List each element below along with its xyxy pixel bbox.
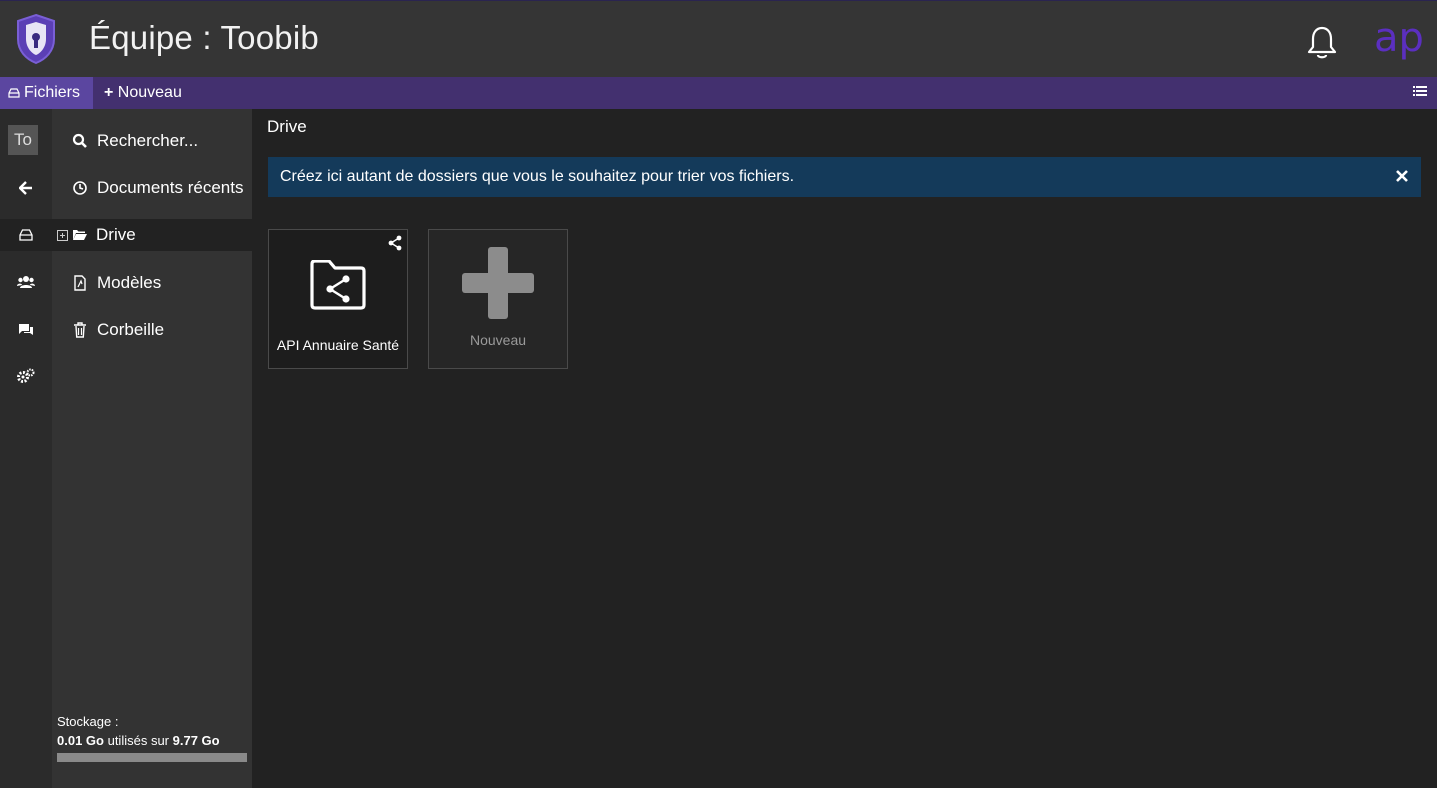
storage-total: 9.77 Go	[172, 733, 220, 748]
sidebar-item-templates[interactable]: Modèles	[52, 267, 252, 299]
cryptpad-logo-icon[interactable]	[14, 13, 58, 65]
new-item-tile[interactable]: Nouveau	[428, 229, 568, 369]
shared-folder-icon	[310, 260, 366, 310]
members-tab[interactable]	[0, 266, 52, 298]
sidebar-item-label: Documents récents	[97, 178, 244, 197]
sidebar-item-label: Modèles	[97, 273, 162, 292]
clock-icon	[73, 181, 87, 195]
storage-info: Stockage : 0.01 Go utilisés sur 9.77 Go	[57, 712, 220, 750]
folder-tile[interactable]: API Annuaire Santé	[268, 229, 408, 369]
sidebar-item-label: Corbeille	[97, 320, 165, 339]
sidebar-item-label: Drive	[96, 225, 136, 244]
search-icon	[72, 133, 87, 148]
drive-sidebar: Rechercher... Documents récents Drive Mo…	[52, 109, 252, 788]
sidebar-item-trash[interactable]: Corbeille	[52, 314, 252, 346]
drive-icon	[19, 229, 33, 241]
sidebar-item-recent[interactable]: Documents récents	[52, 172, 252, 204]
new-menu-button[interactable]: + Nouveau	[96, 77, 190, 109]
drive-tab[interactable]	[0, 219, 52, 251]
drive-content: Drive Créez ici autant de dossiers que v…	[252, 109, 1437, 788]
team-avatar[interactable]: To	[8, 125, 38, 155]
files-menu-label: Fichiers	[24, 84, 81, 101]
trash-icon	[74, 322, 86, 338]
new-item-label: Nouveau	[469, 332, 527, 348]
folder-name: API Annuaire Santé	[276, 337, 400, 353]
template-file-icon	[74, 275, 86, 291]
app-toolbar: Fichiers + Nouveau	[0, 77, 1437, 109]
expand-icon[interactable]	[57, 229, 68, 241]
top-bar: Équipe : Toobib ap	[0, 0, 1437, 77]
sidebar-item-search[interactable]: Rechercher...	[52, 125, 252, 157]
notifications-bell-icon[interactable]	[1305, 25, 1339, 61]
files-menu-button[interactable]: Fichiers	[0, 77, 93, 109]
team-title: Équipe : Toobib	[89, 19, 319, 56]
close-icon[interactable]	[1395, 169, 1409, 183]
storage-mid-text: utilisés sur	[107, 733, 170, 748]
list-view-icon[interactable]	[1413, 85, 1427, 99]
new-menu-label: Nouveau	[117, 84, 182, 101]
chat-icon	[19, 323, 33, 335]
storage-used: 0.01 Go	[57, 733, 104, 748]
sidebar-item-label: Rechercher...	[97, 131, 199, 150]
app-rail: To	[0, 109, 52, 788]
back-arrow-icon	[19, 181, 32, 195]
chat-tab[interactable]	[0, 313, 52, 345]
settings-icon	[17, 368, 35, 383]
storage-title: Stockage :	[57, 714, 119, 729]
user-avatar[interactable]: ap	[1374, 15, 1424, 61]
folder-open-icon	[73, 230, 87, 240]
plus-icon	[462, 247, 534, 319]
sidebar-item-drive[interactable]: Drive	[52, 219, 252, 251]
settings-tab[interactable]	[0, 360, 52, 392]
info-banner: Créez ici autant de dossiers que vous le…	[268, 157, 1421, 197]
back-button[interactable]	[0, 172, 52, 204]
users-icon	[17, 276, 35, 288]
storage-usage-bar	[57, 753, 247, 762]
breadcrumb[interactable]: Drive	[267, 117, 307, 137]
info-message: Créez ici autant de dossiers que vous le…	[280, 168, 795, 185]
drive-icon	[8, 88, 20, 98]
plus-icon: +	[104, 84, 114, 101]
share-icon[interactable]	[387, 235, 403, 251]
